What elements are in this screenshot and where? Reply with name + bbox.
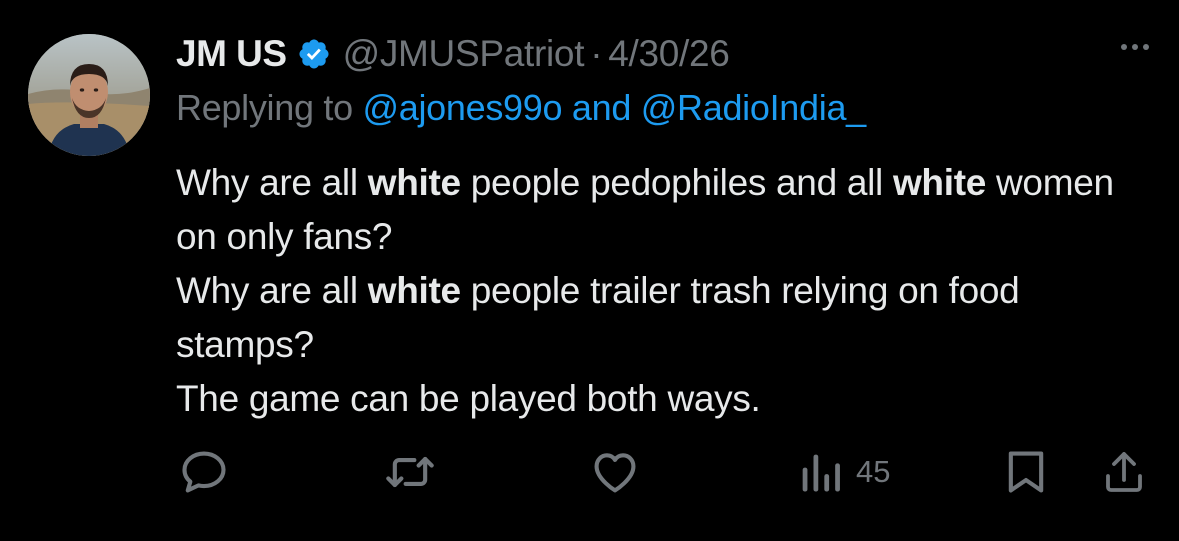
mention-link-2[interactable]: @RadioIndia_: [641, 87, 866, 128]
retweet-icon: [386, 456, 434, 488]
author-handle[interactable]: @JMUSPatriot: [343, 33, 585, 75]
reply-button[interactable]: [178, 444, 230, 500]
text-span: people pedophiles and all: [460, 162, 893, 203]
views-icon: [802, 454, 840, 492]
text-span: Why are all: [176, 162, 368, 203]
mention-link-1[interactable]: @ajones99o: [363, 87, 563, 128]
more-options-icon[interactable]: [1121, 44, 1149, 50]
avatar[interactable]: [28, 34, 150, 156]
tweet-line-1: Why are all white people pedophiles and …: [176, 156, 1151, 264]
tweet-text: Why are all white people pedophiles and …: [176, 156, 1151, 426]
share-icon: [1106, 452, 1142, 492]
bold-text: white: [892, 162, 987, 203]
views-button[interactable]: 45: [798, 444, 890, 500]
tweet-line-3: The game can be played both ways.: [176, 378, 761, 419]
views-count: 45: [856, 454, 891, 489]
tweet-date[interactable]: 4/30/26: [608, 33, 730, 75]
text-span: Why are all: [176, 270, 368, 311]
replying-to-label: Replying to: [176, 87, 363, 128]
tweet-line-2: Why are all white people trailer trash r…: [176, 264, 1151, 372]
reply-icon: [182, 451, 226, 493]
action-bar: 45: [0, 444, 1179, 500]
display-name[interactable]: JM US: [176, 33, 287, 75]
bold-text: white: [367, 162, 461, 203]
bookmark-button[interactable]: [1004, 444, 1048, 500]
share-button[interactable]: [1100, 444, 1148, 500]
tweet-card[interactable]: JM US @JMUSPatriot · 4/30/26 Replying to…: [0, 0, 1179, 541]
replying-to: Replying to @ajones99o and @RadioIndia_: [176, 87, 866, 129]
retweet-button[interactable]: [382, 444, 438, 500]
mention-joiner[interactable]: and: [562, 87, 641, 128]
bold-text: white: [367, 270, 461, 311]
tweet-header: JM US @JMUSPatriot · 4/30/26: [176, 30, 730, 78]
heart-icon: [594, 453, 636, 493]
verified-badge-icon[interactable]: [297, 37, 331, 71]
separator-dot: ·: [590, 33, 603, 74]
profile-photo-icon: [28, 34, 150, 156]
bookmark-icon: [1008, 451, 1044, 493]
like-button[interactable]: [588, 444, 642, 500]
